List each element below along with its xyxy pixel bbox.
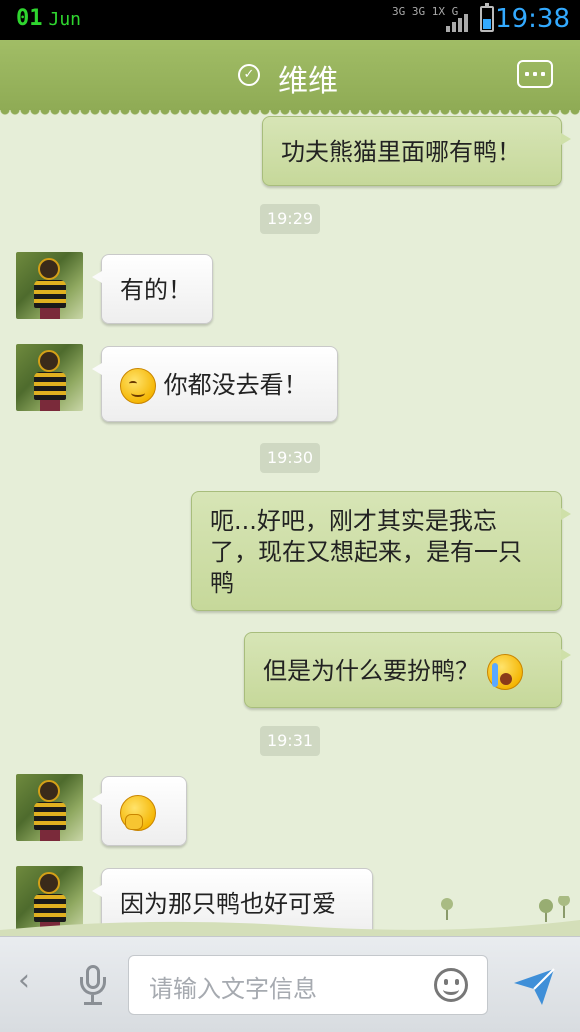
message-text: 你都没去看！ bbox=[163, 371, 308, 399]
message-text: 但是为什么要扮鸭？ bbox=[263, 657, 479, 685]
hills-decoration bbox=[0, 896, 580, 936]
message-input-placeholder: 请输入文字信息 bbox=[149, 975, 317, 1003]
message-bubble-received[interactable]: 有的！ bbox=[92, 254, 213, 324]
contact-name: 维维 bbox=[278, 64, 338, 99]
input-bar: ‹ 请输入文字信息 bbox=[0, 936, 580, 1032]
send-arrow-icon[interactable] bbox=[510, 961, 558, 1009]
chevron-left-icon[interactable]: ‹ bbox=[18, 963, 30, 998]
crying-emoji-icon bbox=[486, 654, 523, 690]
timestamp: 19:30 bbox=[260, 443, 320, 473]
message-text: 有的！ bbox=[120, 276, 192, 304]
message-bubble-received[interactable] bbox=[92, 776, 187, 846]
smiley-icon[interactable] bbox=[434, 968, 468, 1002]
avatar[interactable] bbox=[16, 252, 83, 319]
battery-icon bbox=[480, 3, 494, 32]
message-bubble-sent[interactable]: 功夫熊猫里面哪有鸭！ bbox=[262, 116, 571, 186]
smug-emoji-icon bbox=[120, 368, 156, 404]
thinking-emoji-icon bbox=[120, 795, 156, 831]
signal-bars-icon bbox=[446, 12, 470, 32]
message-bubble-sent[interactable]: 呃...好吧，刚才其实是我忘了，现在又想起来，是有一只鸭 bbox=[191, 491, 571, 611]
message-bubble-received[interactable]: 你都没去看！ bbox=[92, 346, 338, 422]
message-bubble-sent[interactable]: 但是为什么要扮鸭？ bbox=[244, 632, 571, 708]
status-time: 19:38 bbox=[495, 4, 570, 34]
more-options-button[interactable] bbox=[517, 60, 553, 88]
avatar[interactable] bbox=[16, 344, 83, 411]
status-date: 01 Jun bbox=[16, 6, 81, 31]
status-bar: 01 Jun 3G 3G 1X G 19:38 bbox=[0, 0, 580, 40]
message-list[interactable]: 功夫熊猫里面哪有鸭！ 19:29 有的！ 你都没去看！ 19:30 呃...好吧… bbox=[0, 110, 580, 936]
message-text: 功夫熊猫里面哪有鸭！ bbox=[281, 138, 521, 166]
chat-header: ✓ 维维 bbox=[0, 40, 580, 116]
timestamp: 19:29 bbox=[260, 204, 320, 234]
status-date-month: Jun bbox=[48, 9, 82, 30]
avatar[interactable] bbox=[16, 774, 83, 841]
timestamp: 19:31 bbox=[260, 726, 320, 756]
message-text: 呃...好吧，刚才其实是我忘了，现在又想起来，是有一只鸭 bbox=[210, 507, 522, 597]
status-date-day: 01 bbox=[16, 6, 43, 31]
microphone-icon[interactable] bbox=[78, 965, 108, 1009]
check-circle-icon: ✓ bbox=[238, 64, 260, 86]
message-input[interactable]: 请输入文字信息 bbox=[128, 955, 488, 1015]
